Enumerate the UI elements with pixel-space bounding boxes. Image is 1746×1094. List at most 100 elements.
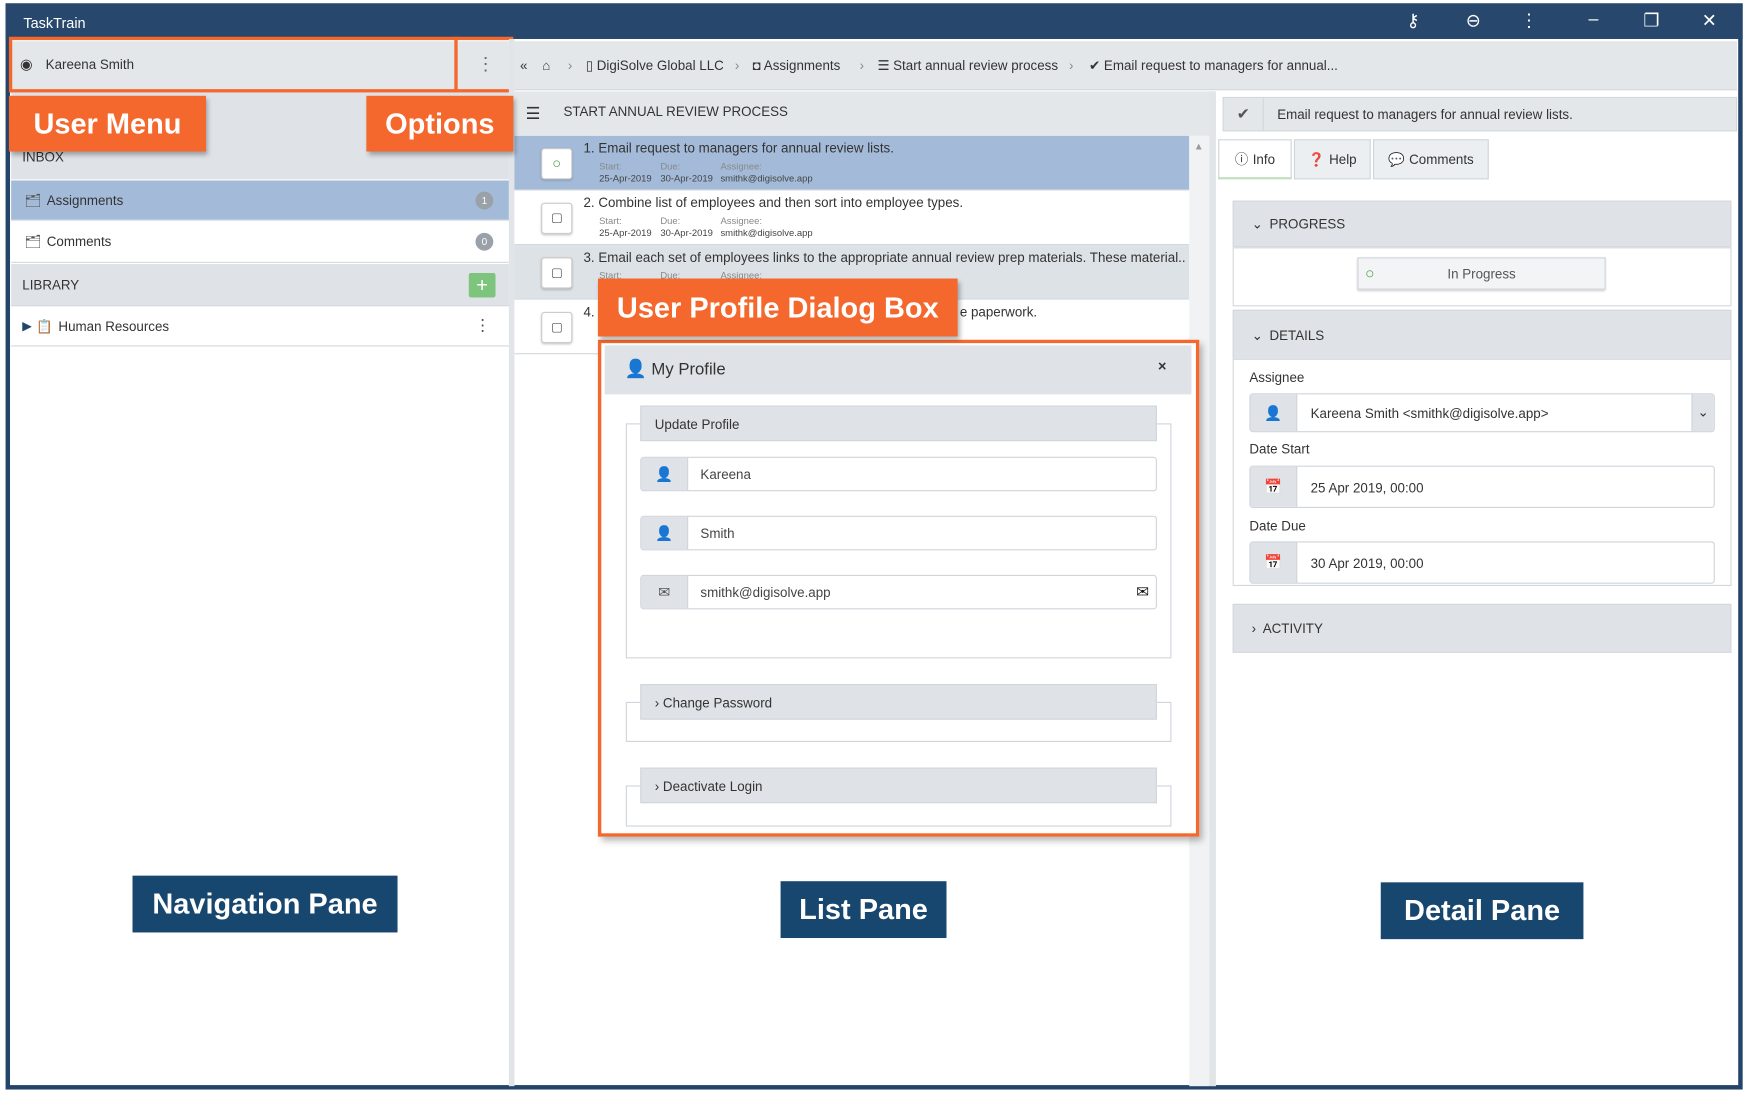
more-vertical-icon[interactable]: ⋮ [474,315,491,335]
breadcrumb-item[interactable]: ✔ Email request to managers for annual..… [1089,58,1338,74]
annotation-list-pane: List Pane [780,881,947,939]
due-label: Due: [660,215,681,227]
assignee-select[interactable]: 👤 Kareena Smith <smithk@digisolve.app> ⌄ [1249,393,1715,433]
zoom-out-icon[interactable]: ⊖ [1460,10,1487,32]
dialog-close-button[interactable]: × [1158,358,1166,375]
date-due-label: Date Due [1249,518,1306,534]
annotation-options: Options [366,95,514,152]
date-start-value: 25 Apr 2019, 00:00 [1310,480,1424,496]
inbox-icon: 🗂 [24,192,42,208]
chevron-right-icon: › [1251,620,1257,637]
start-date: 25-Apr-2019 [599,227,652,239]
envelope-outline-icon: ✉ [641,575,689,609]
expand-caret-icon[interactable]: ▶ [22,319,31,333]
dialog-title: My Profile [651,359,726,379]
list-item[interactable]: ○ 1. Email request to managers for annua… [514,135,1190,191]
library-item-human-resources[interactable]: ▶ 📋 Human Resources ⋮ [11,306,509,347]
first-name-field[interactable]: 👤 Kareena [640,456,1157,492]
chevron-right-icon: › [567,57,573,74]
envelope-icon[interactable]: ✉ [1136,583,1149,602]
progress-circle-icon[interactable]: ○ [541,148,573,180]
date-start-input[interactable]: 📅 25 Apr 2019, 00:00 [1249,465,1715,509]
change-password-header[interactable]: › Change Password [640,684,1157,720]
chevron-right-icon: › [859,57,865,74]
start-label: Start: [599,160,622,172]
progress-status-button[interactable]: ○ In Progress [1357,257,1606,290]
comment-icon: 💬 [1388,151,1405,168]
minimize-icon[interactable]: – [1580,10,1607,30]
breadcrumb-label: DigiSolve Global LLC [596,57,724,74]
detail-header: ✔ Email request to managers for annual r… [1222,96,1738,132]
library-label: LIBRARY [22,276,80,293]
add-library-button[interactable]: + [468,272,496,298]
calendar-icon[interactable]: 📅 [1250,466,1298,507]
breadcrumb-label: Email request to managers for annual... [1103,57,1338,74]
start-date: 25-Apr-2019 [599,172,652,184]
list-icon: ☰ [525,104,541,124]
chevron-down-icon[interactable]: ⌄ [1691,394,1714,432]
detail-title: Email request to managers for annual rev… [1277,106,1573,123]
breadcrumb-item[interactable]: ☰ Start annual review process [877,58,1058,74]
section-title: DETAILS [1269,326,1325,343]
tab-help[interactable]: ❓ Help [1293,139,1371,180]
tab-label: Comments [1409,151,1474,168]
email-value: smithk@digisolve.app [700,584,831,601]
checkbox[interactable]: ▢ [541,202,573,234]
library-header: LIBRARY + [11,264,509,307]
chevron-right-icon: › [1068,57,1074,74]
sidebar-item-comments[interactable]: 🗂 Comments 0 [11,221,509,263]
tab-info[interactable]: ⓘ Info [1218,139,1292,180]
assignee-label: Assignee [1249,369,1305,386]
clipboard-icon: 📋 [36,318,53,334]
start-label: Start: [599,215,622,227]
last-name-field[interactable]: 👤 Smith [640,515,1157,551]
chevron-down-icon: ⌄ [1251,216,1263,232]
chevron-down-icon: ⌄ [1251,326,1263,343]
update-profile-header[interactable]: Update Profile [640,405,1157,442]
scroll-up-icon[interactable]: ▲ [1194,140,1204,151]
email-field[interactable]: ✉ smithk@digisolve.app ✉ [640,574,1157,610]
breadcrumb-label: Assignments [763,57,841,74]
breadcrumb-item[interactable]: ◘ Assignments [753,58,841,74]
user-menu-highlight [8,36,514,93]
assignee-value: Kareena Smith <smithk@digisolve.app> [1310,405,1549,422]
detail-splitter[interactable] [1209,91,1216,1087]
task-title: 3. Email each set of employees links to … [583,249,1185,266]
details-section-header[interactable]: ⌄ DETAILS [1232,309,1732,360]
breadcrumb-item[interactable]: ▯ DigiSolve Global LLC [586,58,724,74]
checkbox[interactable]: ▢ [541,257,573,289]
checkbox[interactable]: ▢ [541,311,573,344]
date-due-input[interactable]: 📅 30 Apr 2019, 00:00 [1249,541,1715,584]
tab-comments[interactable]: 💬 Comments [1372,139,1489,180]
restore-icon[interactable]: ❐ [1638,10,1665,32]
calendar-icon[interactable]: 📅 [1250,542,1298,583]
collapse-icon[interactable]: « [520,58,527,74]
more-vertical-icon[interactable]: ⋮ [1516,10,1543,32]
assignee-label: Assignee: [720,215,763,227]
user-icon: 👤 [641,457,689,491]
count-badge: 1 [475,191,494,209]
task-title: 1. Email request to managers for annual … [583,140,894,156]
chevron-right-icon: › [734,57,740,74]
app-title: TaskTrain [23,14,86,32]
info-icon: ⓘ [1234,151,1249,168]
count-badge: 0 [475,232,494,251]
last-name-value: Smith [700,525,735,542]
progress-section-header[interactable]: ⌄ PROGRESS [1232,200,1732,248]
deactivate-login-header[interactable]: › Deactivate Login [640,767,1157,804]
date-start-label: Date Start [1249,441,1310,457]
home-icon[interactable]: ⌂ [542,58,550,74]
annotation-dialog: User Profile Dialog Box [597,278,958,337]
list-item[interactable]: ▢ 2. Combine list of employees and then … [514,190,1190,246]
list-title: START ANNUAL REVIEW PROCESS [563,103,788,120]
close-icon[interactable]: ✕ [1696,10,1723,32]
sidebar-item-assignments[interactable]: 🗂 Assignments 1 [11,180,509,221]
first-name-value: Kareena [700,466,751,483]
key-icon[interactable]: ⚷ [1400,10,1427,32]
check-icon[interactable]: ✔ [1224,98,1264,131]
due-date: 30-Apr-2019 [660,227,713,239]
activity-section-header[interactable]: › ACTIVITY [1232,603,1732,653]
sidebar-item-label: Comments [46,233,112,250]
tab-label: Help [1329,151,1357,168]
options-highlight-divider [454,36,458,93]
